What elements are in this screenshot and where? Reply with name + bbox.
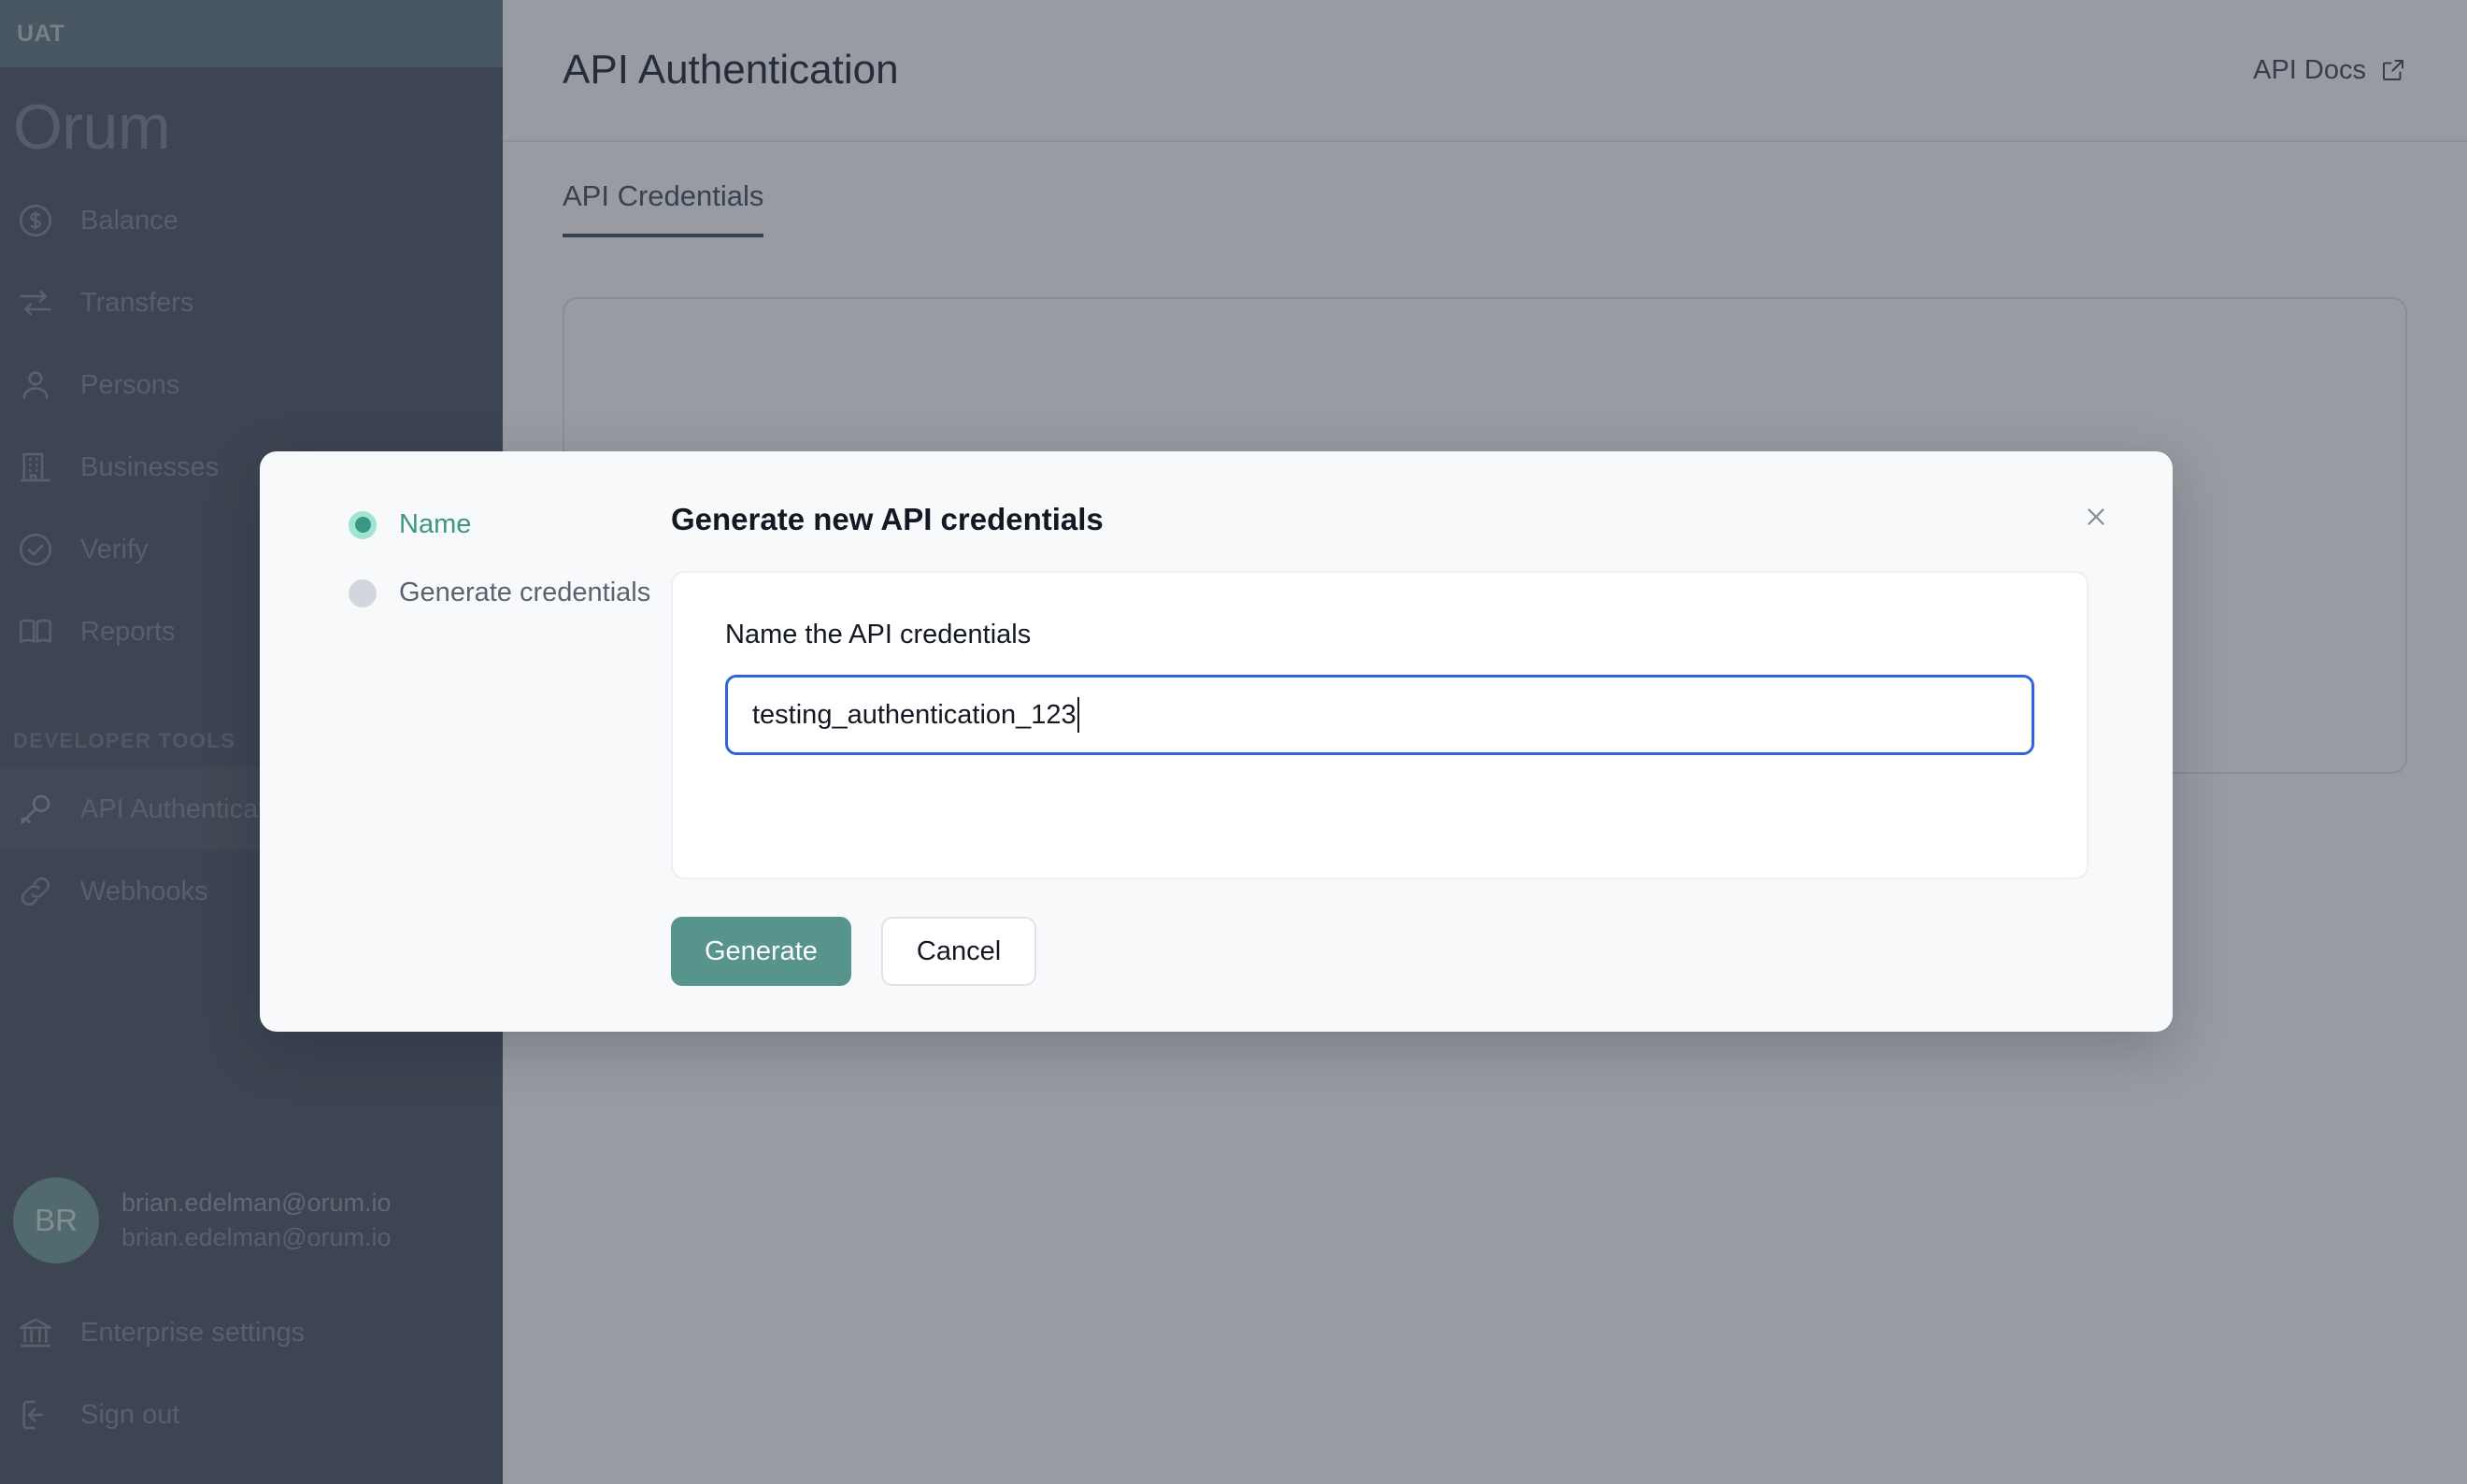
step-indicator-dot (349, 510, 377, 539)
step-label: Generate credentials (399, 578, 651, 607)
name-field-label: Name the API credentials (725, 620, 1032, 649)
step-indicator-dot (349, 578, 377, 607)
credential-name-input-value: testing_authentication_123 (752, 699, 1077, 730)
modal-actions: Generate Cancel (671, 917, 2173, 986)
generate-credentials-modal: Name Generate credentials Generate new A… (260, 451, 2173, 1032)
modal-form-card: Name the API credentials testing_authent… (671, 571, 2089, 879)
step-name[interactable]: Name (349, 509, 671, 540)
step-generate-credentials: Generate credentials (349, 578, 671, 608)
text-caret (1077, 697, 1079, 733)
modal-step-list: Name Generate credentials (260, 451, 671, 1032)
credential-name-input[interactable]: testing_authentication_123 (725, 675, 2034, 755)
close-icon[interactable] (2075, 496, 2117, 537)
step-label: Name (399, 509, 472, 539)
modal-body: Generate new API credentials Name the AP… (671, 451, 2173, 1032)
screen: UAT Orum Balance Transfers Persons Busin… (0, 0, 2467, 1484)
generate-button[interactable]: Generate (671, 917, 851, 986)
modal-title: Generate new API credentials (671, 502, 1104, 536)
cancel-button[interactable]: Cancel (880, 917, 1037, 986)
